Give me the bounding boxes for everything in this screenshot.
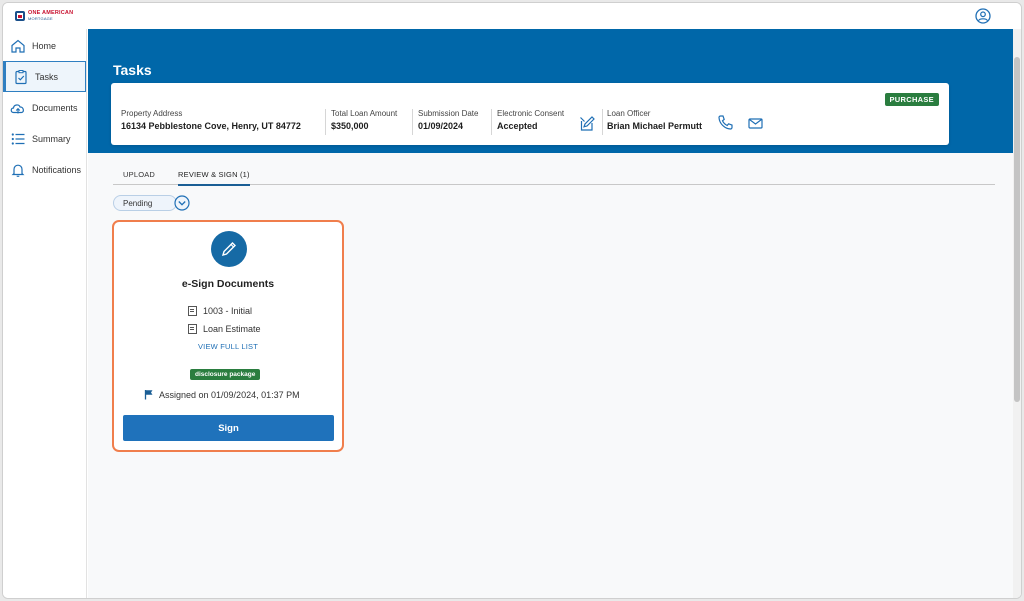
divider	[491, 109, 492, 135]
consent-label: Electronic Consent	[497, 109, 565, 118]
loan-type-badge: PURCHASE	[884, 93, 939, 106]
phone-icon[interactable]	[717, 114, 734, 131]
sidebar-item-home[interactable]: Home	[3, 30, 86, 61]
electronic-consent-field: Electronic Consent Accepted	[497, 109, 564, 135]
cloud-upload-icon	[9, 99, 27, 117]
list-icon	[9, 130, 27, 148]
sidebar: Home Tasks Documents Summary Notificatio…	[3, 29, 87, 598]
loan-summary-card: PURCHASE Property Address 16134 Pebblest…	[111, 83, 949, 145]
clipboard-check-icon	[12, 68, 30, 86]
main-content: Tasks PURCHASE Property Address 16134 Pe…	[88, 29, 1021, 598]
document-item: Loan Estimate	[188, 324, 261, 334]
top-bar: ONE AMERICAN MORTGAGE	[3, 3, 1021, 29]
divider	[325, 109, 326, 135]
tab-upload[interactable]: UPLOAD	[123, 170, 155, 179]
sign-button[interactable]: Sign	[123, 415, 334, 441]
view-full-list-link[interactable]: VIEW FULL LIST	[114, 342, 342, 351]
home-icon	[9, 37, 27, 55]
sidebar-item-label: Notifications	[32, 164, 82, 175]
page-title: Tasks	[113, 62, 152, 78]
divider	[412, 109, 413, 135]
email-icon[interactable]	[748, 118, 763, 129]
bell-icon	[9, 161, 27, 179]
document-icon	[188, 306, 197, 316]
divider	[602, 109, 603, 135]
document-item: 1003 - Initial	[188, 306, 252, 316]
company-logo[interactable]: ONE AMERICAN MORTGAGE	[15, 10, 73, 22]
pencil-icon	[211, 231, 247, 267]
property-address-label: Property Address	[121, 109, 183, 118]
card-title: e-Sign Documents	[181, 278, 275, 290]
sidebar-item-tasks[interactable]: Tasks	[3, 61, 86, 92]
chevron-down-icon[interactable]	[174, 195, 190, 211]
consent-value: Accepted	[497, 121, 538, 131]
assigned-info: Assigned on 01/09/2024, 01:37 PM	[144, 389, 300, 400]
loan-amount-field: Total Loan Amount $350,000	[331, 109, 397, 135]
sidebar-item-notifications[interactable]: Notifications	[3, 154, 86, 185]
document-name: 1003 - Initial	[203, 306, 253, 316]
submission-date-field: Submission Date 01/09/2024	[418, 109, 478, 135]
logo-mark-icon	[15, 11, 25, 21]
loan-officer-label: Loan Officer	[607, 109, 651, 118]
logo-text: ONE AMERICAN MORTGAGE	[28, 10, 74, 21]
scrollbar[interactable]	[1013, 29, 1021, 598]
document-name: Loan Estimate	[203, 324, 261, 334]
assigned-text: Assigned on 01/09/2024, 01:37 PM	[159, 389, 300, 400]
task-tabs: UPLOAD REVIEW & SIGN (1)	[113, 163, 995, 186]
sidebar-item-label: Home	[32, 40, 57, 51]
sidebar-item-label: Summary	[32, 133, 71, 144]
property-address-value: 16134 Pebblestone Cove, Henry, UT 84772	[121, 121, 301, 131]
loan-amount-label: Total Loan Amount	[331, 109, 398, 118]
status-filter-select[interactable]: Pending	[113, 195, 177, 211]
package-tag: disclosure package	[190, 369, 261, 380]
submission-date-label: Submission Date	[418, 109, 479, 118]
header-banner: Tasks PURCHASE Property Address 16134 Pe…	[88, 29, 1021, 153]
flag-icon	[144, 390, 153, 400]
loan-amount-value: $350,000	[331, 121, 369, 131]
loan-officer-name: Brian Michael Permutt	[607, 121, 703, 131]
consent-document-icon[interactable]	[579, 115, 595, 132]
property-address-field: Property Address 16134 Pebblestone Cove,…	[121, 109, 301, 135]
submission-date-value: 01/09/2024	[418, 121, 464, 131]
tab-review-sign[interactable]: REVIEW & SIGN (1)	[178, 170, 250, 186]
sidebar-item-label: Tasks	[35, 71, 59, 82]
scrollbar-thumb[interactable]	[1014, 57, 1020, 402]
sidebar-item-documents[interactable]: Documents	[3, 92, 86, 123]
sidebar-item-summary[interactable]: Summary	[3, 123, 86, 154]
app-window: ONE AMERICAN MORTGAGE Home Tasks Documen…	[2, 2, 1022, 599]
document-icon	[188, 324, 197, 334]
loan-officer-field: Loan Officer Brian Michael Permutt	[607, 109, 702, 135]
sidebar-item-label: Documents	[32, 102, 78, 113]
user-profile-icon[interactable]	[975, 8, 991, 24]
esign-task-card: e-Sign Documents 1003 - Initial Loan Est…	[112, 220, 344, 452]
